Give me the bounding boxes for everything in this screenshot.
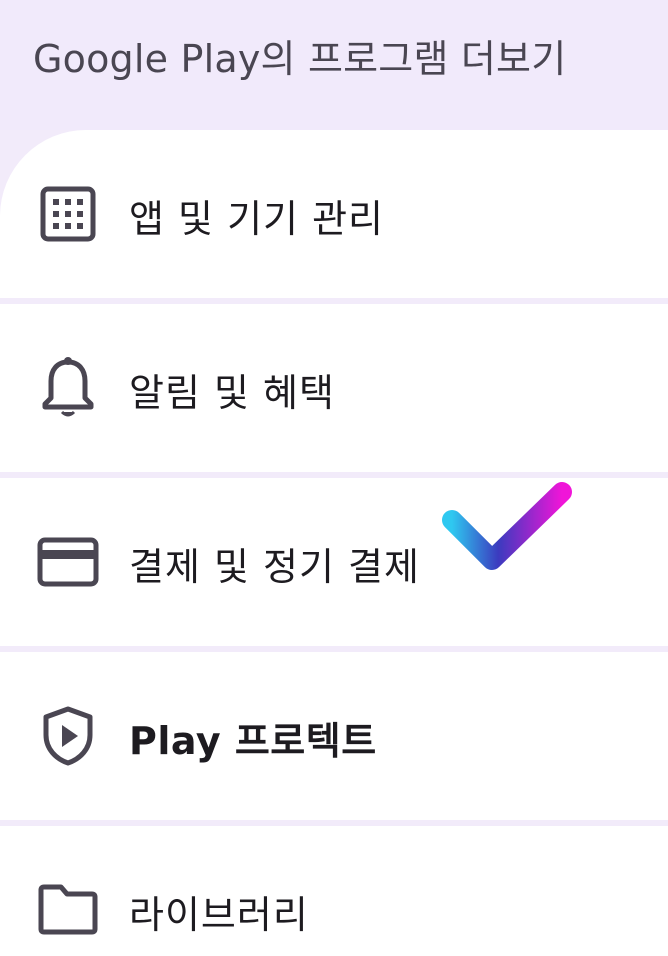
menu-item-label: 결제 및 정기 결제: [129, 545, 420, 589]
page-title: Google Play의 프로그램 더보기: [33, 37, 567, 81]
menu-item-label: 라이브러리: [129, 893, 309, 937]
grid-icon: [36, 182, 100, 246]
menu-item-payments[interactable]: 결제 및 정기 결제: [0, 478, 668, 646]
menu-item-label: 앱 및 기기 관리: [129, 197, 384, 241]
credit-card-icon: [36, 530, 100, 594]
menu-item-apps-devices[interactable]: 앱 및 기기 관리: [0, 130, 668, 298]
header: Google Play의 프로그램 더보기: [0, 0, 668, 130]
menu-item-label: Play 프로텍트: [129, 719, 377, 763]
menu-item-play-protect[interactable]: Play 프로텍트: [0, 652, 668, 820]
bell-icon: [36, 356, 100, 420]
menu-item-notifications[interactable]: 알림 및 혜택: [0, 304, 668, 472]
shield-play-icon: [36, 704, 100, 768]
menu-item-label: 알림 및 혜택: [129, 371, 335, 415]
folder-icon: [36, 878, 100, 942]
menu-item-library[interactable]: 라이브러리: [0, 826, 668, 956]
